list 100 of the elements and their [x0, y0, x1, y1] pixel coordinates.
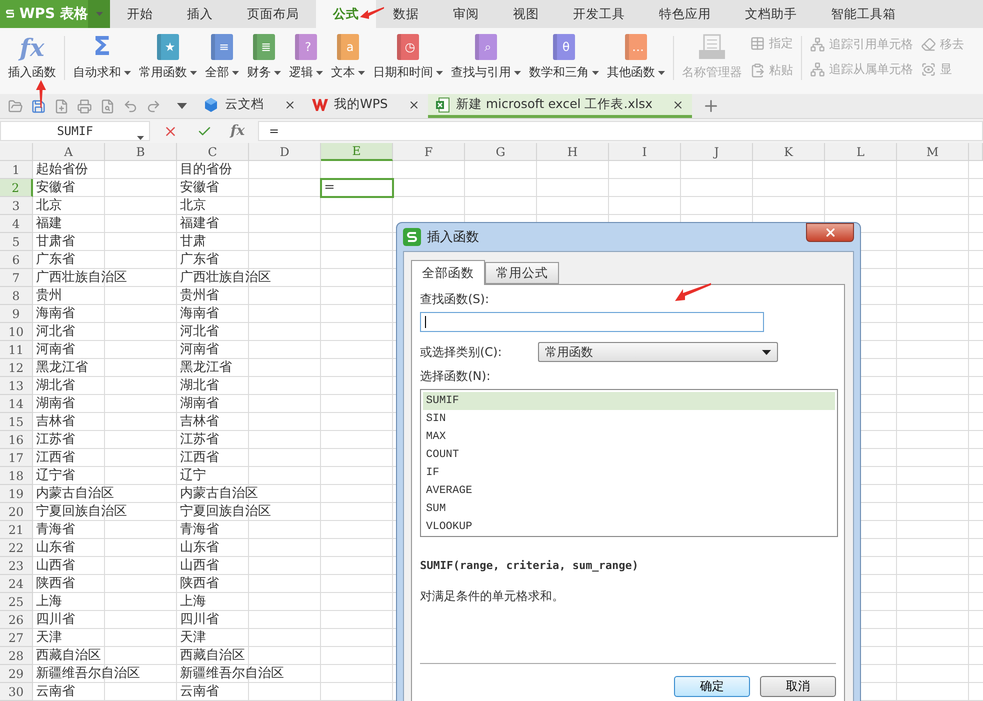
column-header[interactable]: D: [249, 143, 321, 161]
dialog-tab[interactable]: 常用公式: [485, 262, 559, 284]
function-item[interactable]: VLOOKUP: [423, 518, 835, 536]
row-header[interactable]: 27: [0, 629, 33, 647]
row-header[interactable]: 2: [0, 179, 33, 197]
row-header[interactable]: 8: [0, 287, 33, 305]
function-button[interactable]: ★ 常用函数: [135, 32, 201, 94]
row-header[interactable]: 17: [0, 449, 33, 467]
column-header[interactable]: E: [321, 143, 393, 161]
function-item[interactable]: SUMIF: [423, 392, 835, 410]
table-cell-text: 天津: [35, 629, 63, 647]
menu-tab[interactable]: 视图: [496, 0, 556, 28]
menu-tab[interactable]: 审阅: [436, 0, 496, 28]
row-header[interactable]: 29: [0, 665, 33, 683]
dialog-title: 插入函数: [427, 229, 479, 246]
function-button[interactable]: a 文本: [327, 32, 369, 94]
cancel-button[interactable]: 取消: [760, 676, 836, 697]
column-header[interactable]: K: [753, 143, 825, 161]
row-header[interactable]: 4: [0, 215, 33, 233]
row-header[interactable]: 15: [0, 413, 33, 431]
close-icon[interactable]: [284, 98, 296, 110]
column-header[interactable]: A: [33, 143, 105, 161]
row-header[interactable]: 1: [0, 161, 33, 179]
document-tab[interactable]: 新建 microsoft excel 工作表.xlsx: [428, 94, 692, 118]
menu-tab[interactable]: 公式: [316, 0, 376, 28]
function-item[interactable]: SIN: [423, 410, 835, 428]
function-item[interactable]: SUM: [423, 500, 835, 518]
table-cell-text: 北京: [179, 197, 207, 215]
close-icon[interactable]: [408, 98, 420, 110]
row-header[interactable]: 18: [0, 467, 33, 485]
column-header[interactable]: J: [681, 143, 753, 161]
dialog-tab[interactable]: 全部函数: [411, 260, 485, 285]
table-cell-text: 黑龙江省: [35, 359, 89, 377]
row-header[interactable]: 13: [0, 377, 33, 395]
function-button[interactable]: θ 数学和三角: [525, 32, 603, 94]
sigma-icon: Σ: [93, 34, 111, 60]
menu-tab[interactable]: 开发工具: [556, 0, 642, 28]
row-header[interactable]: 21: [0, 521, 33, 539]
function-button[interactable]: ≣ 财务: [243, 32, 285, 94]
menu-tab[interactable]: 插入: [170, 0, 230, 28]
folder-stack-icon: [698, 34, 726, 60]
row-header[interactable]: 16: [0, 431, 33, 449]
function-button[interactable]: Σ 自动求和: [69, 32, 135, 94]
row-header[interactable]: 9: [0, 305, 33, 323]
column-header[interactable]: B: [105, 143, 177, 161]
row-header[interactable]: 30: [0, 683, 33, 701]
column-header[interactable]: L: [825, 143, 897, 161]
close-icon[interactable]: [672, 98, 684, 110]
row-header[interactable]: 26: [0, 611, 33, 629]
menu-tab[interactable]: 数据: [376, 0, 436, 28]
menu-tab[interactable]: 特色应用: [642, 0, 728, 28]
column-header[interactable]: F: [393, 143, 465, 161]
row-header[interactable]: 19: [0, 485, 33, 503]
function-button[interactable]: … 其他函数: [603, 32, 669, 94]
table-cell-text: 陕西省: [35, 575, 76, 593]
row-header[interactable]: 10: [0, 323, 33, 341]
row-header[interactable]: 12: [0, 359, 33, 377]
row-header[interactable]: 7: [0, 269, 33, 287]
function-item[interactable]: MAX: [423, 428, 835, 446]
row-header[interactable]: 14: [0, 395, 33, 413]
table-cell-text: 四川省: [35, 611, 76, 629]
row-header[interactable]: 28: [0, 647, 33, 665]
search-field[interactable]: [420, 312, 764, 332]
row-header[interactable]: 22: [0, 539, 33, 557]
function-item[interactable]: COUNT: [423, 446, 835, 464]
menu-tab[interactable]: 智能工具箱: [814, 0, 913, 28]
eye-icon: [921, 62, 936, 77]
insert-function-button[interactable]: fx: [230, 123, 245, 139]
close-button[interactable]: [806, 223, 854, 242]
menu-tab[interactable]: 页面布局: [230, 0, 316, 28]
function-button[interactable]: ◷ 日期和时间: [369, 32, 447, 94]
row-header[interactable]: 24: [0, 575, 33, 593]
row-header[interactable]: 20: [0, 503, 33, 521]
column-header[interactable]: M: [897, 143, 969, 161]
name-box[interactable]: SUMIF: [0, 121, 150, 141]
column-header[interactable]: C: [177, 143, 249, 161]
w-logo-icon: [312, 98, 328, 112]
function-button[interactable]: ? 逻辑: [285, 32, 327, 94]
function-button[interactable]: fx 插入函数: [4, 32, 60, 94]
function-item[interactable]: IF: [423, 464, 835, 482]
function-button[interactable]: ≡ 全部: [201, 32, 243, 94]
row-header[interactable]: 3: [0, 197, 33, 215]
row-header[interactable]: 23: [0, 557, 33, 575]
menu-tab[interactable]: 开始: [110, 0, 170, 28]
column-header[interactable]: H: [537, 143, 609, 161]
app-menu-button[interactable]: [88, 0, 110, 28]
table-cell-text: 西藏自治区: [179, 647, 246, 665]
column-header[interactable]: I: [609, 143, 681, 161]
menu-tab[interactable]: 文档助手: [728, 0, 814, 28]
row-header[interactable]: 25: [0, 593, 33, 611]
row-header[interactable]: 6: [0, 251, 33, 269]
table-cell-text: 湖北省: [179, 377, 220, 395]
row-header[interactable]: 11: [0, 341, 33, 359]
function-button[interactable]: ⌕ 查找与引用: [447, 32, 525, 94]
column-header[interactable]: G: [465, 143, 537, 161]
formula-input[interactable]: =: [258, 121, 983, 141]
row-header[interactable]: 5: [0, 233, 33, 251]
category-select[interactable]: 常用函数: [538, 342, 778, 362]
ok-button[interactable]: 确定: [674, 676, 750, 697]
function-item[interactable]: AVERAGE: [423, 482, 835, 500]
